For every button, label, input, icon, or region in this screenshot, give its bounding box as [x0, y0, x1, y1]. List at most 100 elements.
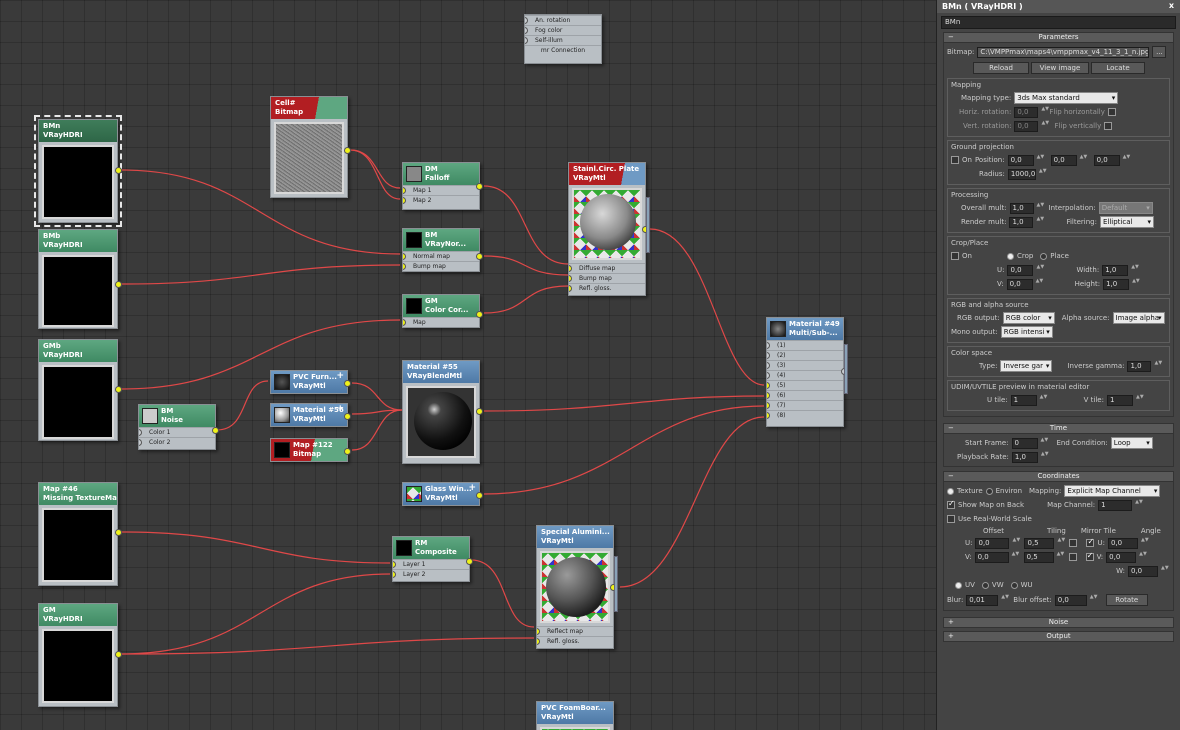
- show-map-on-back-checkbox[interactable]: [947, 499, 955, 509]
- output-pin[interactable]: [476, 253, 483, 260]
- rotate-button[interactable]: Rotate: [1105, 594, 1148, 606]
- v-tiling-field[interactable]: 0,5: [1023, 551, 1054, 563]
- node-material56[interactable]: + Material #56 VRayMtl: [270, 403, 351, 427]
- spinner-icon[interactable]: ▲▼: [1041, 437, 1049, 449]
- spinner-icon[interactable]: ▲▼: [1037, 154, 1045, 166]
- output-pin[interactable]: [344, 147, 351, 154]
- crop-on-checkbox[interactable]: [951, 252, 959, 260]
- browse-button[interactable]: ...: [1152, 46, 1167, 58]
- output-pin[interactable]: [212, 427, 219, 434]
- real-world-scale-checkbox[interactable]: [947, 515, 955, 523]
- spinner-icon[interactable]: ▲▼: [1012, 551, 1020, 563]
- expand-plus-icon[interactable]: +: [948, 618, 954, 627]
- input-pin[interactable]: [403, 187, 406, 194]
- flip-vertical-checkbox[interactable]: [1104, 122, 1113, 130]
- slot-map1[interactable]: Map 1: [403, 185, 479, 195]
- slot-normal-map[interactable]: Normal map: [403, 251, 479, 261]
- input-pin[interactable]: [393, 561, 396, 568]
- slot-color1[interactable]: Color 1: [139, 427, 215, 437]
- input-pin[interactable]: [767, 382, 770, 389]
- crop-width-field[interactable]: 1,0: [1102, 264, 1129, 276]
- spinner-icon[interactable]: ▲▼: [1139, 551, 1147, 563]
- v-tile-checkbox[interactable]: [1085, 551, 1094, 561]
- spinner-icon[interactable]: ▲▼: [1039, 168, 1047, 180]
- output-pin[interactable]: [115, 281, 122, 288]
- u-angle-field[interactable]: 0,0: [1107, 537, 1138, 549]
- spinner-icon[interactable]: ▲▼: [1135, 499, 1143, 511]
- spinner-icon[interactable]: ▲▼: [1141, 537, 1149, 549]
- output-pin[interactable]: [344, 448, 351, 455]
- slot-color2[interactable]: Color 2: [139, 437, 215, 447]
- output-pin[interactable]: [476, 492, 483, 499]
- collapse-minus-icon[interactable]: −: [948, 33, 954, 42]
- input-pin[interactable]: [767, 412, 770, 419]
- filtering-dropdown[interactable]: Elliptical: [1099, 216, 1154, 228]
- environ-radio[interactable]: [985, 487, 993, 495]
- node-bmb-vrayhdri[interactable]: BMb VRayHDRI: [38, 229, 122, 329]
- color-space-type-dropdown[interactable]: Inverse gar: [1000, 360, 1053, 372]
- crop-v-field[interactable]: 0,0: [1006, 278, 1033, 290]
- v-tile-field[interactable]: 1: [1106, 394, 1133, 406]
- expand-plus-icon[interactable]: +: [336, 405, 344, 414]
- node-dm-falloff[interactable]: DM Falloff Map 1 Map 2: [402, 162, 483, 210]
- alpha-source-dropdown[interactable]: Image alpha: [1112, 312, 1165, 324]
- node-stainless-vraymtl[interactable]: Stainl.Circ. Plate VRayMtl Diffuse map B…: [568, 162, 650, 296]
- slot-bump-map[interactable]: Bump map: [569, 273, 645, 283]
- node-name-field[interactable]: BMn: [941, 16, 1176, 29]
- position-z-field[interactable]: 0,0: [1093, 154, 1120, 166]
- slot-8[interactable]: (8): [767, 410, 843, 420]
- input-pin[interactable]: [403, 263, 406, 270]
- rollout-coordinates[interactable]: − Coordinates: [943, 471, 1174, 482]
- node-gmb-vrayhdri[interactable]: GMb VRayHDRI: [38, 339, 122, 441]
- slot-refl-gloss[interactable]: Refl. gloss.: [569, 283, 645, 293]
- spinner-icon[interactable]: ▲▼: [1132, 278, 1140, 290]
- spinner-icon[interactable]: ▲▼: [1001, 594, 1009, 606]
- inverse-gamma-field[interactable]: 1,0: [1127, 360, 1152, 372]
- spinner-icon[interactable]: ▲▼: [1041, 120, 1049, 132]
- mono-output-dropdown[interactable]: RGB intensi: [1000, 326, 1053, 338]
- slot-an-rotation[interactable]: An. rotation: [525, 15, 601, 25]
- spinner-icon[interactable]: ▲▼: [1161, 565, 1169, 577]
- input-pin[interactable]: [767, 372, 770, 379]
- slot-1[interactable]: (1): [767, 340, 843, 350]
- slot-7[interactable]: (7): [767, 400, 843, 410]
- mapping-type-dropdown[interactable]: 3ds Max standard: [1014, 92, 1119, 104]
- node-special-aluminium[interactable]: Special Alumini... VRayMtl Reflect map R…: [536, 525, 618, 649]
- ground-on-checkbox[interactable]: [951, 156, 959, 164]
- input-pin[interactable]: [537, 638, 540, 645]
- overall-mult-field[interactable]: 1,0: [1009, 202, 1034, 214]
- position-y-field[interactable]: 0,0: [1050, 154, 1077, 166]
- blur-offset-field[interactable]: 0,0: [1054, 594, 1087, 606]
- view-image-button[interactable]: View image: [1031, 62, 1089, 74]
- output-pin[interactable]: [476, 311, 483, 318]
- locate-button[interactable]: Locate: [1091, 62, 1145, 74]
- spinner-icon[interactable]: ▲▼: [1057, 537, 1065, 549]
- spinner-icon[interactable]: ▲▼: [1080, 154, 1088, 166]
- input-pin[interactable]: [537, 628, 540, 635]
- position-x-field[interactable]: 0,0: [1007, 154, 1034, 166]
- uv-radio[interactable]: [955, 581, 962, 589]
- input-pin[interactable]: [767, 362, 770, 369]
- input-pin[interactable]: [767, 352, 770, 359]
- crop-radio[interactable]: [1006, 252, 1014, 260]
- output-pin[interactable]: [344, 380, 351, 387]
- crop-height-field[interactable]: 1,0: [1103, 278, 1130, 290]
- slot-diffuse-map[interactable]: Diffuse map: [569, 263, 645, 273]
- spinner-icon[interactable]: ▲▼: [1131, 264, 1139, 276]
- input-pin[interactable]: [767, 342, 770, 349]
- spinner-icon[interactable]: ▲▼: [1040, 394, 1048, 406]
- place-radio[interactable]: [1040, 252, 1048, 260]
- output-pin[interactable]: [476, 408, 483, 415]
- close-icon[interactable]: x: [1169, 1, 1174, 10]
- input-pin[interactable]: [767, 392, 770, 399]
- slot-layer1[interactable]: Layer 1: [393, 559, 469, 569]
- start-frame-field[interactable]: 0: [1011, 437, 1038, 449]
- node-gm-vrayhdri[interactable]: GM VRayHDRI: [38, 603, 122, 707]
- slot-5[interactable]: (5): [767, 380, 843, 390]
- rollout-time[interactable]: − Time: [943, 423, 1174, 434]
- u-offset-field[interactable]: 0,0: [975, 537, 1010, 549]
- node-map46-missing[interactable]: Map #46 Missing TextureMap: [38, 482, 122, 586]
- spinner-icon[interactable]: ▲▼: [1090, 594, 1098, 606]
- output-pin[interactable]: [476, 183, 483, 190]
- node-bitmap-cell[interactable]: Cell# Bitmap: [270, 96, 351, 198]
